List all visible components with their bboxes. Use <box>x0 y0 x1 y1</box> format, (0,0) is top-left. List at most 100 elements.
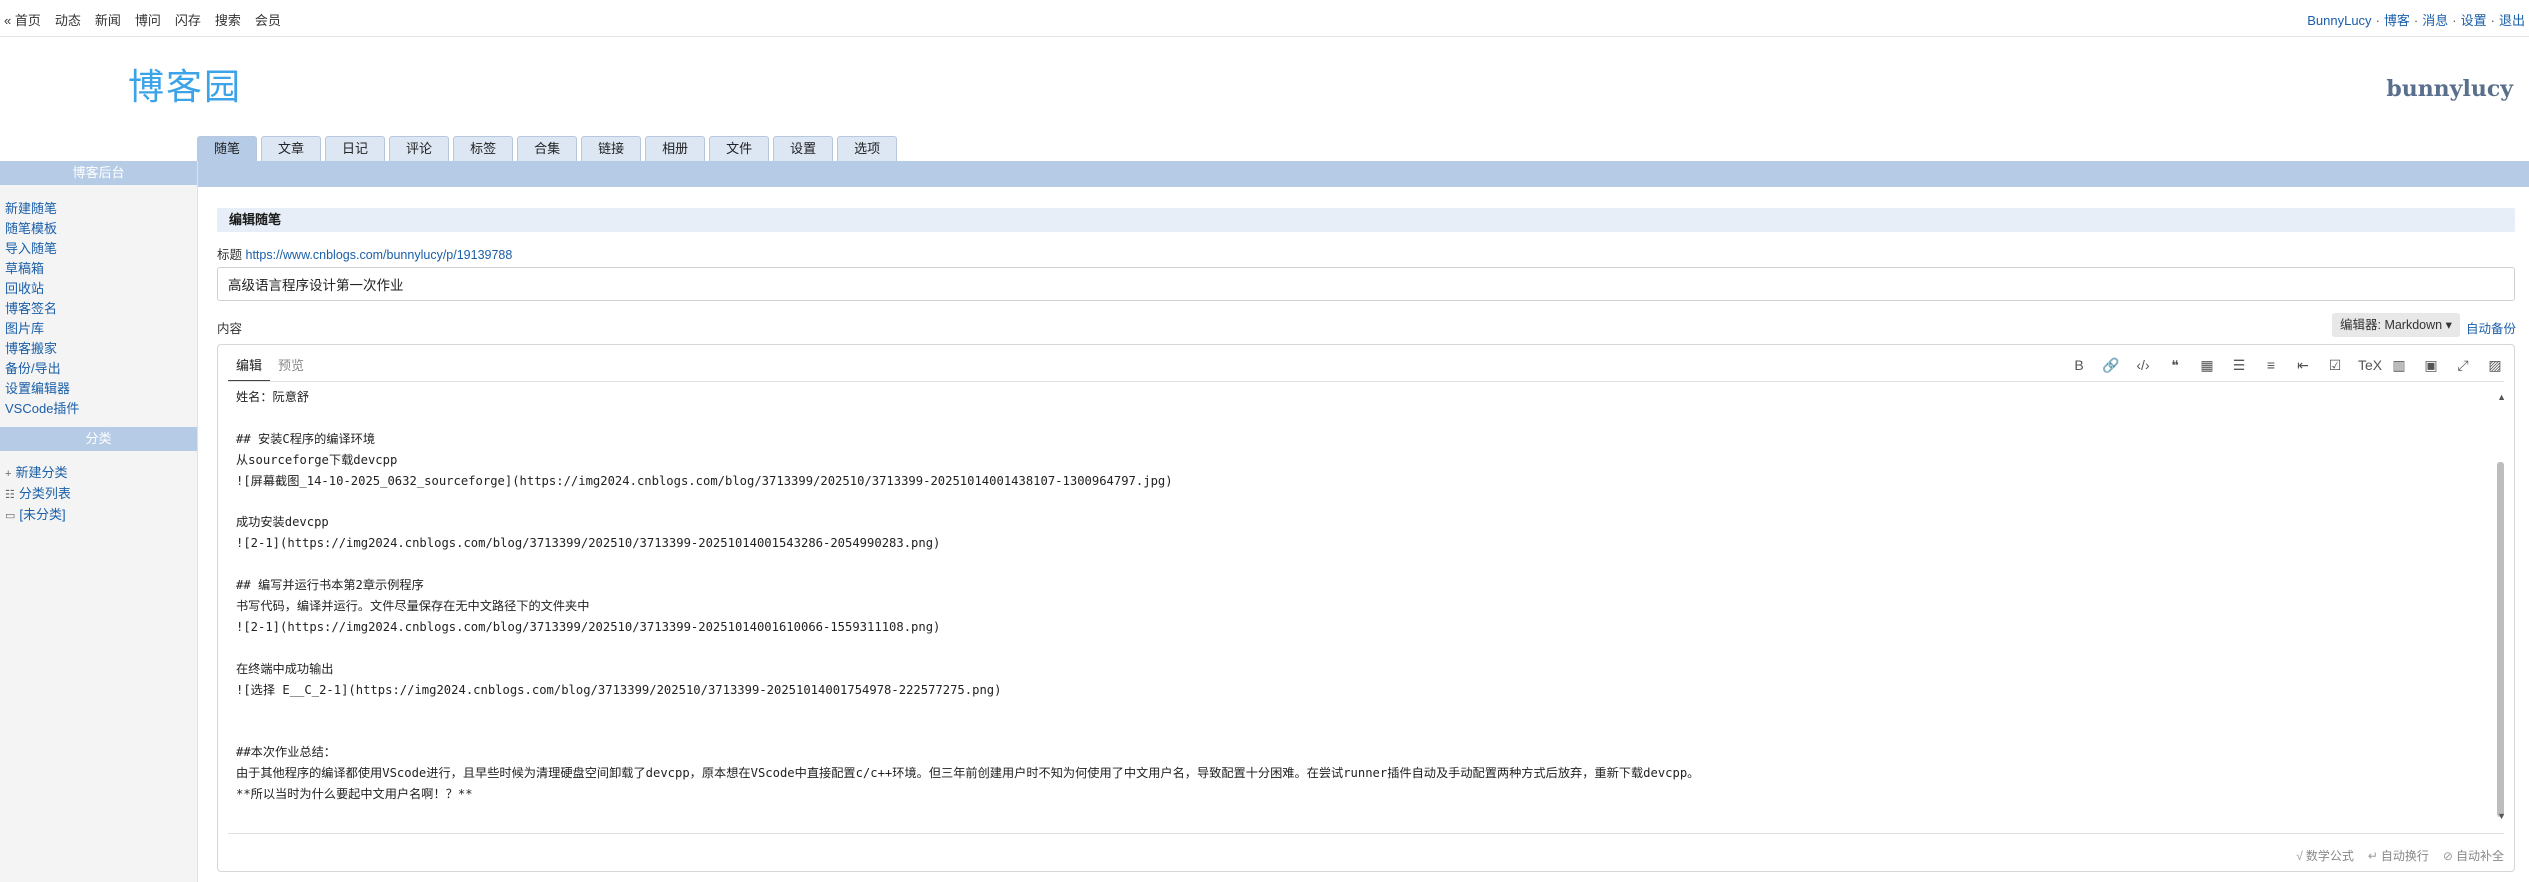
editor-line: ##本次作业总结： <box>236 745 336 760</box>
sidebar-item-post-templates[interactable]: 随笔模板 <box>5 219 79 239</box>
nav-flash-link[interactable]: 闪存 <box>175 10 201 29</box>
divider <box>228 381 2504 382</box>
scroll-up-icon[interactable]: ▲ <box>2497 392 2506 402</box>
sidebar-item-drafts[interactable]: 草稿箱 <box>5 259 79 279</box>
messages-link[interactable]: 消息 <box>2422 13 2448 28</box>
editor-line: ![2-1](https://img2024.cnblogs.com/blog/… <box>236 619 941 634</box>
sidebar-item-vscode-plugin[interactable]: VSCode插件 <box>5 399 79 419</box>
folder-icon: ▭ <box>5 510 16 522</box>
fullscreen-icon[interactable]: ⤢ <box>2454 357 2472 374</box>
sidebar-item-signature[interactable]: 博客签名 <box>5 299 79 319</box>
editor-line: 书写代码，编译并运行。文件尽量保存在无中文路径下的文件夹中 <box>236 599 590 614</box>
tab-diary[interactable]: 日记 <box>325 136 386 161</box>
editor-line: ![2-1](https://img2024.cnblogs.com/blog/… <box>236 536 941 551</box>
word-wrap-toggle[interactable]: ↵ 自动换行 <box>2368 847 2429 864</box>
sidebar-item-editor-settings[interactable]: 设置编辑器 <box>5 379 79 399</box>
site-nav: « 首页 动态 新闻 博问 闪存 搜索 会员 <box>4 10 295 29</box>
nav-questions-link[interactable]: 博问 <box>135 10 161 29</box>
bullet-list-icon[interactable]: ☰ <box>2230 357 2248 374</box>
math-formula-toggle[interactable]: √ 数学公式 <box>2296 847 2354 864</box>
title-label: 标题 <box>217 248 243 262</box>
editor-line: ![屏幕截图_14-10-2025_0632_sourceforge](http… <box>236 473 1173 488</box>
tex-icon[interactable]: TeX <box>2358 357 2382 374</box>
image-icon[interactable]: ▨ <box>2486 357 2504 374</box>
editor-line: 姓名：阮意舒 <box>236 390 310 404</box>
autocomplete-toggle[interactable]: ⊘ 自动补全 <box>2443 847 2504 864</box>
editor-line: ## 编写并运行书本第2章示例程序 <box>236 578 424 593</box>
indent-icon[interactable]: ⇤ <box>2294 357 2312 374</box>
link-icon[interactable]: 🔗 <box>2102 357 2120 374</box>
table-icon[interactable]: ▦ <box>2198 357 2216 374</box>
category-list-link[interactable]: ☷ 分类列表 <box>5 484 71 505</box>
ordered-list-icon[interactable]: ≡ <box>2262 357 2280 374</box>
editor-status-bar: √ 数学公式 ↵ 自动换行 ⊘ 自动补全 <box>2296 847 2504 864</box>
logout-link[interactable]: 退出 <box>2499 13 2525 28</box>
sidebar-item-import-posts[interactable]: 导入随笔 <box>5 239 79 259</box>
scroll-down-icon[interactable]: ▼ <box>2497 811 2506 821</box>
sidebar-item-new-post[interactable]: 新建随笔 <box>5 199 79 219</box>
wrap-icon: ↵ <box>2367 849 2378 863</box>
editor-line: 从sourceforge下载devcpp <box>236 452 398 467</box>
username-link[interactable]: BunnyLucy <box>2307 13 2371 28</box>
tab-tags[interactable]: 标签 <box>453 136 514 161</box>
bold-icon[interactable]: B <box>2070 357 2088 374</box>
settings-link[interactable]: 设置 <box>2461 13 2487 28</box>
editor-line: 在终端中成功输出 <box>236 661 334 676</box>
scrollbar-thumb[interactable] <box>2497 462 2504 817</box>
uncategorized-link[interactable]: ▭ [未分类] <box>5 505 71 526</box>
editor-type-select[interactable]: 编辑器: Markdown ▾ <box>2332 313 2460 337</box>
tab-files[interactable]: 文件 <box>709 136 770 161</box>
nav-news-link[interactable]: 新闻 <box>95 10 121 29</box>
sidebar-item-backup-export[interactable]: 备份/导出 <box>5 359 79 379</box>
word-wrap-label: 自动换行 <box>2380 849 2429 863</box>
top-navigation-bar: « 首页 动态 新闻 博问 闪存 搜索 会员 BunnyLucy · 博客 · 消息 · 设… <box>0 0 2529 37</box>
tab-settings[interactable]: 设置 <box>773 136 834 161</box>
auto-backup-link[interactable]: 自动备份 <box>2466 318 2516 337</box>
content-label: 内容 <box>217 322 243 336</box>
markdown-editor: 编辑 预览 B 🔗 ‹/› ❝ ▦ ☰ ≡ ⇤ ☑ TeX ▥ ▣ ⤢ ▨ 姓名：阮意舒 ## 安装C程序的… <box>217 344 2515 872</box>
title-row: 标题 https://www.cnblogs.com/bunnylucy/p/1… <box>217 244 512 263</box>
separator: · <box>2413 13 2419 28</box>
tab-articles[interactable]: 文章 <box>261 136 322 161</box>
tab-comments[interactable]: 评论 <box>389 136 450 161</box>
site-logo[interactable]: 博客园 <box>128 58 242 110</box>
task-list-icon[interactable]: ☑ <box>2326 357 2344 374</box>
autocomplete-icon: ⊘ <box>2442 849 2453 863</box>
quote-icon[interactable]: ❝ <box>2166 357 2184 374</box>
tab-collections[interactable]: 合集 <box>517 136 578 161</box>
tab-links[interactable]: 链接 <box>581 136 642 161</box>
math-formula-label: 数学公式 <box>2305 849 2354 863</box>
nav-search-link[interactable]: 搜索 <box>215 10 241 29</box>
sidebar-item-image-library[interactable]: 图片库 <box>5 319 79 339</box>
sidebar-item-blog-migration[interactable]: 博客搬家 <box>5 339 79 359</box>
new-category-label: 新建分类 <box>15 465 68 480</box>
admin-tabs: 随笔 文章 日记 评论 标签 合集 链接 相册 文件 设置 选项 <box>197 136 898 161</box>
nav-member-link[interactable]: 会员 <box>255 10 281 29</box>
tab-posts[interactable]: 随笔 <box>197 136 258 161</box>
tab-albums[interactable]: 相册 <box>645 136 706 161</box>
nav-activity-link[interactable]: 动态 <box>55 10 81 29</box>
uncategorized-label: [未分类] <box>19 507 66 522</box>
category-title: 分类 <box>0 427 197 451</box>
sidebar-item-recycle-bin[interactable]: 回收站 <box>5 279 79 299</box>
blog-link[interactable]: 博客 <box>2384 13 2410 28</box>
editor-line: ## 安装C程序的编译环境 <box>236 431 376 446</box>
code-icon[interactable]: ‹/› <box>2134 357 2152 374</box>
save-icon[interactable]: ▣ <box>2422 357 2440 374</box>
editor-line: ![选择 E__C_2-1](https://img2024.cnblogs.c… <box>236 682 1002 697</box>
tab-options[interactable]: 选项 <box>837 136 898 161</box>
new-category-link[interactable]: + 新建分类 <box>5 463 71 484</box>
split-view-icon[interactable]: ▥ <box>2390 357 2408 374</box>
tab-edit[interactable]: 编辑 <box>228 355 271 382</box>
editor-textarea[interactable]: 姓名：阮意舒 ## 安装C程序的编译环境从sourceforge下载devcpp!… <box>236 387 2486 825</box>
title-input[interactable] <box>217 267 2515 301</box>
blog-name[interactable]: bunnylucy <box>2386 76 2513 102</box>
tab-preview[interactable]: 预览 <box>270 355 312 382</box>
category-links: + 新建分类 ☷ 分类列表 ▭ [未分类] <box>5 463 71 526</box>
post-url-link[interactable]: https://www.cnblogs.com/bunnylucy/p/1913… <box>246 248 513 262</box>
editor-line: 由于其他程序的编译都使用VScode进行，且早些时候为清理硬盘空间卸载了devc… <box>236 766 1700 781</box>
nav-home-link[interactable]: « 首页 <box>4 10 41 29</box>
